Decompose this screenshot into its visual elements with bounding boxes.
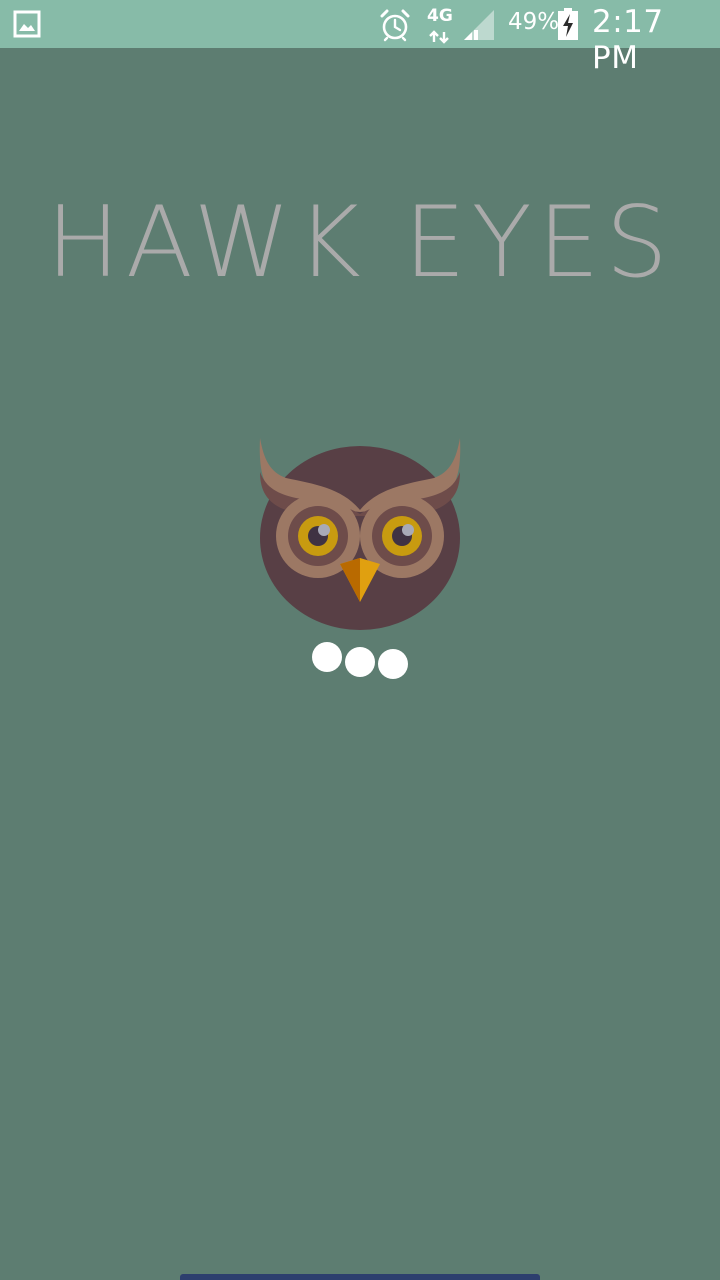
loading-dot <box>345 647 375 677</box>
data-transfer-icon <box>429 30 449 44</box>
battery-percent: 49% <box>508 9 560 35</box>
signal-icon <box>464 10 494 40</box>
status-clock: 2:17 PM <box>592 4 664 76</box>
loading-dots-icon <box>0 640 720 680</box>
gallery-icon <box>13 10 41 38</box>
splash-screen: 4G 49% 2:17 PM HAWK EYES <box>0 0 720 1280</box>
bottom-panel-edge <box>180 1274 540 1280</box>
loading-dot <box>378 649 408 679</box>
loading-dot <box>312 642 342 672</box>
status-bar: 4G 49% 2:17 PM <box>0 0 720 76</box>
owl-icon <box>259 438 461 630</box>
alarm-icon <box>380 9 410 42</box>
app-title: HAWK EYES <box>46 186 674 300</box>
battery-charging-icon <box>558 8 578 40</box>
